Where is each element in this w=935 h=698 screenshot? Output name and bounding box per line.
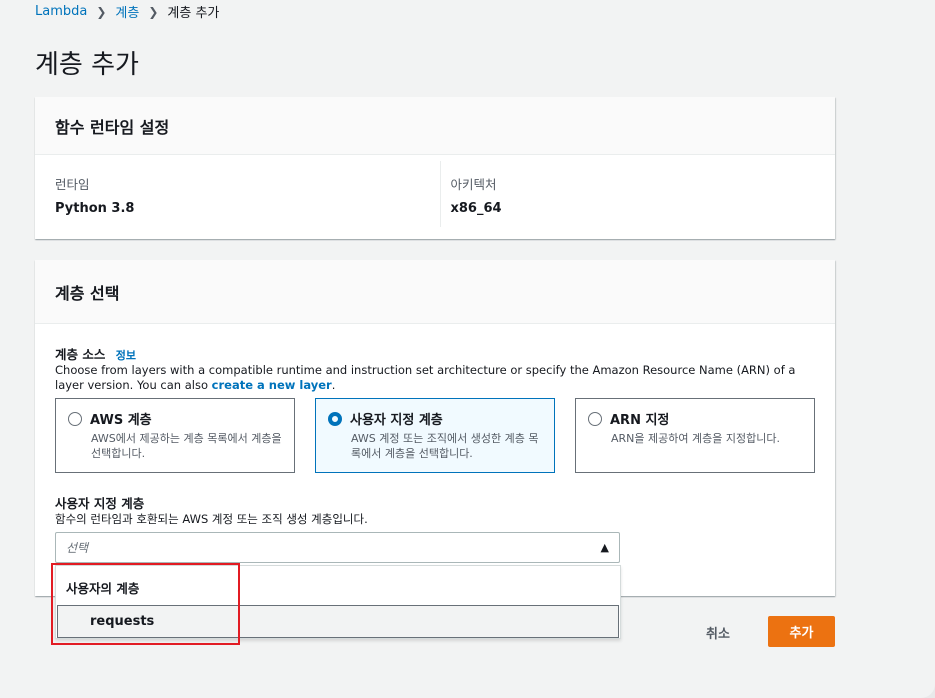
cancel-button[interactable]: 취소 — [700, 619, 736, 646]
caret-up-icon: ▲ — [600, 541, 609, 554]
runtime-label: 런타임 — [55, 177, 90, 192]
radio-icon[interactable] — [588, 411, 602, 426]
layer-source-description-text: Choose from layers with a compatible run… — [55, 363, 796, 392]
create-new-layer-link[interactable]: create a new layer — [212, 378, 332, 392]
tile-aws-layers-description: AWS에서 제공하는 계층 목록에서 계층을 선택합니다. — [91, 432, 282, 460]
tile-custom-layers-description: AWS 계정 또는 조직에서 생성한 계층 목록에서 계층을 선택합니다. — [351, 432, 539, 460]
breadcrumb-layers[interactable]: 계층 — [115, 2, 139, 21]
architecture-column: 아키텍처 x86_64 — [439, 161, 836, 227]
tile-specify-arn-label: ARN 지정 — [610, 413, 670, 428]
dropdown-option-requests[interactable]: requests — [57, 605, 619, 638]
breadcrumb: Lambda ❯ 계층 ❯ 계층 추가 — [35, 2, 219, 21]
layer-source-label-text: 계층 소스 — [55, 347, 106, 362]
layer-dropdown-list: 사용자의 계층 requests — [55, 565, 621, 639]
custom-layer-description: 함수의 런타임과 호환되는 AWS 계정 또는 조직 생성 계층입니다. — [55, 512, 368, 526]
radio-icon[interactable] — [68, 411, 82, 426]
runtime-settings-panel: 함수 런타임 설정 런타임 Python 3.8 아키텍처 x86_64 — [35, 97, 835, 239]
tile-specify-arn[interactable]: ARN 지정 ARN을 제공하여 계층을 지정합니다. — [575, 398, 815, 473]
tile-specify-arn-title: ARN 지정 — [588, 409, 802, 428]
runtime-settings-header: 함수 런타임 설정 — [35, 97, 835, 155]
layer-source-label: 계층 소스 정보 — [55, 344, 136, 363]
page-title: 계층 추가 — [35, 50, 139, 80]
tile-specify-arn-description: ARN을 제공하여 계층을 지정합니다. — [611, 432, 780, 445]
runtime-settings-columns: 런타임 Python 3.8 아키텍처 x86_64 — [35, 155, 835, 239]
layer-source-description-end: . — [331, 378, 336, 392]
layer-source-description: Choose from layers with a compatible run… — [55, 363, 815, 393]
add-button[interactable]: 추가 — [768, 616, 835, 647]
architecture-value: x86_64 — [450, 201, 502, 216]
layer-select-dropdown[interactable]: 선택 ▲ — [55, 532, 620, 563]
page: Lambda ❯ 계층 ❯ 계층 추가 계층 추가 함수 런타임 설정 런타임 … — [0, 0, 935, 698]
architecture-label: 아키텍처 — [450, 177, 497, 192]
breadcrumb-current: 계층 추가 — [167, 6, 220, 21]
custom-layer-label: 사용자 지정 계층 — [55, 496, 145, 511]
breadcrumb-lambda[interactable]: Lambda — [35, 4, 87, 19]
select-placeholder: 선택 — [66, 541, 89, 555]
radio-checked-icon[interactable] — [328, 411, 342, 426]
runtime-column: 런타임 Python 3.8 — [35, 155, 440, 239]
info-link[interactable]: 정보 — [116, 349, 136, 362]
runtime-value: Python 3.8 — [55, 201, 135, 216]
tile-custom-layers[interactable]: 사용자 지정 계층 AWS 계정 또는 조직에서 생성한 계층 목록에서 계층을… — [315, 398, 555, 473]
layer-select-panel: 계층 선택 계층 소스 정보 Choose from layers with a… — [35, 260, 835, 596]
layer-select-header: 계층 선택 — [35, 260, 835, 324]
dropdown-group-label: 사용자의 계층 — [66, 581, 140, 596]
tile-custom-layers-label: 사용자 지정 계층 — [350, 413, 443, 428]
tile-aws-layers-label: AWS 계층 — [90, 413, 152, 428]
chevron-right-icon: ❯ — [96, 4, 107, 19]
tile-aws-layers[interactable]: AWS 계층 AWS에서 제공하는 계층 목록에서 계층을 선택합니다. — [55, 398, 295, 473]
tile-custom-layers-title: 사용자 지정 계층 — [328, 409, 542, 428]
chevron-right-icon: ❯ — [148, 4, 159, 19]
tile-aws-layers-title: AWS 계층 — [68, 409, 282, 428]
